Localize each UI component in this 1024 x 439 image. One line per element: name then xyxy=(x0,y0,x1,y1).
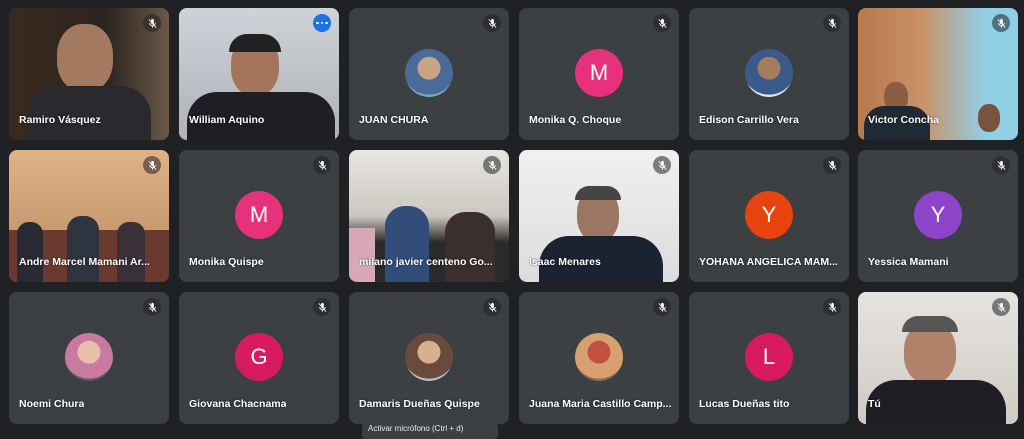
participant-tile[interactable]: Juana Maria Castillo Camp... xyxy=(519,292,679,424)
participant-tile[interactable]: William Aquino xyxy=(179,8,339,140)
mic-off-icon xyxy=(143,298,161,316)
participant-name: Juana Maria Castillo Camp... xyxy=(529,398,672,410)
mic-off-icon xyxy=(653,156,671,174)
mic-off-icon xyxy=(483,156,501,174)
participant-name: Monika Quispe xyxy=(189,256,264,268)
avatar-letter: Y xyxy=(761,202,777,227)
avatar-letter: M xyxy=(249,202,269,227)
mic-off-icon xyxy=(653,298,671,316)
participant-avatar xyxy=(575,333,623,381)
avatar-letter: Y xyxy=(930,202,946,227)
participant-name: Edison Carrillo Vera xyxy=(699,114,799,126)
participant-tile[interactable]: Y Yessica Mamani xyxy=(858,150,1018,282)
participant-tile[interactable]: Noemi Chura xyxy=(9,292,169,424)
avatar-letter: L xyxy=(762,344,776,369)
more-options-icon[interactable] xyxy=(313,14,331,32)
participant-name: Damaris Dueñas Quispe xyxy=(359,398,480,410)
participant-name: William Aquino xyxy=(189,114,265,126)
participant-avatar: L xyxy=(745,333,793,381)
participant-tile[interactable]: Y YOHANA ANGELICA MAM... xyxy=(689,150,849,282)
participant-name: YOHANA ANGELICA MAM... xyxy=(699,256,838,268)
participant-tile[interactable]: G Giovana Chacnama xyxy=(179,292,339,424)
mic-off-icon xyxy=(313,156,331,174)
participant-name: JUAN CHURA xyxy=(359,114,429,126)
participant-tile[interactable]: Victor Concha xyxy=(858,8,1018,140)
mic-off-icon xyxy=(483,14,501,32)
participant-name: Ramiro Vásquez xyxy=(19,114,101,126)
participant-tile[interactable]: milano javier centeno Go... xyxy=(349,150,509,282)
participant-tile[interactable]: L Lucas Dueñas tito xyxy=(689,292,849,424)
participant-avatar xyxy=(405,333,453,381)
participant-avatar: Y xyxy=(914,191,962,239)
mic-off-icon xyxy=(143,14,161,32)
participant-tile[interactable]: Damaris Dueñas Quispe xyxy=(349,292,509,424)
mic-off-icon xyxy=(483,298,501,316)
avatar-letter: M xyxy=(589,60,609,85)
participant-name: Giovana Chacnama xyxy=(189,398,287,410)
mic-off-icon xyxy=(313,298,331,316)
unmute-tooltip: Activar micrófono (Ctrl + d) xyxy=(362,423,498,439)
participant-avatar xyxy=(405,49,453,97)
participant-tile[interactable]: Andre Marcel Mamani Ar... xyxy=(9,150,169,282)
participant-name: milano javier centeno Go... xyxy=(359,256,493,268)
participant-name: Victor Concha xyxy=(868,114,939,126)
participant-tile[interactable]: Edison Carrillo Vera xyxy=(689,8,849,140)
mic-off-icon xyxy=(823,14,841,32)
participant-avatar: Y xyxy=(745,191,793,239)
mic-off-icon xyxy=(992,156,1010,174)
participant-avatar: M xyxy=(575,49,623,97)
participant-name: Isaac Menares xyxy=(529,256,601,268)
participant-name: Noemi Chura xyxy=(19,398,85,410)
participant-name: Lucas Dueñas tito xyxy=(699,398,790,410)
mic-off-icon xyxy=(143,156,161,174)
mic-off-icon xyxy=(823,298,841,316)
participant-name: Yessica Mamani xyxy=(868,256,949,268)
participant-tile[interactable]: M Monika Quispe xyxy=(179,150,339,282)
participant-name: Monika Q. Choque xyxy=(529,114,622,126)
mic-off-icon xyxy=(992,14,1010,32)
participant-avatar xyxy=(745,49,793,97)
participant-avatar: M xyxy=(235,191,283,239)
participant-name: Tú xyxy=(868,398,881,410)
participant-tile[interactable]: Isaac Menares xyxy=(519,150,679,282)
participant-name: Andre Marcel Mamani Ar... xyxy=(19,256,150,268)
participant-avatar: G xyxy=(235,333,283,381)
avatar-letter: G xyxy=(250,344,268,369)
participant-tile[interactable]: M Monika Q. Choque xyxy=(519,8,679,140)
mic-off-icon xyxy=(992,298,1010,316)
participant-avatar xyxy=(65,333,113,381)
participant-tile[interactable]: Ramiro Vásquez xyxy=(9,8,169,140)
participant-tile[interactable]: JUAN CHURA xyxy=(349,8,509,140)
mic-off-icon xyxy=(653,14,671,32)
participant-tile[interactable]: Tú xyxy=(858,292,1018,424)
mic-off-icon xyxy=(823,156,841,174)
